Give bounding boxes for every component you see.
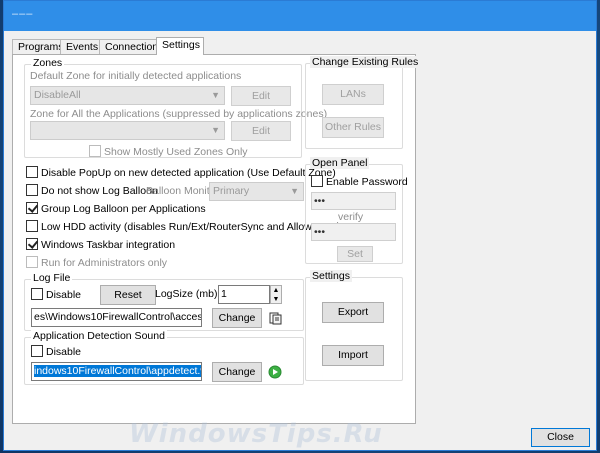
group-log-balloon-checkbox[interactable]: Group Log Balloon per Applications <box>26 202 206 216</box>
play-sound-icon[interactable] <box>268 365 282 379</box>
import-button[interactable]: Import <box>322 345 384 366</box>
logsize-input[interactable]: 1 <box>218 285 270 304</box>
log-path-value: es\Windows10FirewallControl\access.log <box>34 311 202 323</box>
no-log-balloon-label: Do not show Log Balloon <box>41 185 158 197</box>
lans-button[interactable]: LANs <box>322 84 384 105</box>
watermark: WindowsTips.Ru <box>129 419 383 449</box>
password-value: ••• <box>314 195 326 207</box>
settings-legend: Settings <box>310 270 352 282</box>
reset-log-button[interactable]: Reset <box>100 285 156 305</box>
sound-disable-checkbox[interactable]: Disable <box>31 345 81 359</box>
checkbox-box <box>31 345 43 357</box>
balloon-monitor-select[interactable]: Primary ▼ <box>209 182 304 201</box>
tab-programs[interactable]: Programs <box>12 39 64 54</box>
close-button[interactable]: Close <box>531 428 590 447</box>
checkbox-box <box>31 288 43 300</box>
open-panel-group: Open Panel Enable Password ••• verify ••… <box>305 157 408 264</box>
checkbox-box <box>89 145 101 157</box>
chevron-down-icon: ▼ <box>290 186 299 196</box>
spin-up-icon[interactable]: ▲ <box>271 286 281 295</box>
zones-group: Zones Default Zone for initially detecte… <box>24 57 327 159</box>
group-log-balloon-label: Group Log Balloon per Applications <box>41 203 206 215</box>
open-log-icon[interactable] <box>269 311 283 325</box>
show-mostly-used-checkbox[interactable]: Show Mostly Used Zones Only <box>89 145 248 159</box>
chevron-down-icon: ▼ <box>211 125 220 135</box>
default-zone-value: DisableAll <box>34 89 81 101</box>
change-sound-button[interactable]: Change <box>212 362 262 382</box>
spin-down-icon[interactable]: ▼ <box>271 295 281 304</box>
logsize-value: 1 <box>221 288 227 300</box>
change-log-path-button[interactable]: Change <box>212 308 262 328</box>
detection-sound-group: Application Detection Sound Disable indo… <box>24 330 304 385</box>
tab-events[interactable]: Events <box>60 39 100 54</box>
sound-path-value: indows10FirewallControl\appdetect.wav <box>34 365 201 377</box>
low-hdd-label: Low HDD activity (disables Run/Ext/Route… <box>41 221 341 233</box>
checkbox-box <box>26 256 38 268</box>
log-disable-label: Disable <box>46 289 82 301</box>
sound-path-input[interactable]: indows10FirewallControl\appdetect.wav <box>31 362 202 381</box>
log-path-input[interactable]: es\Windows10FirewallControl\access.log <box>31 308 202 327</box>
checkbox-box <box>26 166 38 178</box>
checkbox-box <box>26 202 38 214</box>
run-admins-label: Run for Administrators only <box>41 257 168 269</box>
verify-password-input[interactable]: ••• <box>311 223 396 241</box>
edit-all-zone-button[interactable]: Edit <box>231 121 291 141</box>
default-zone-label: Default Zone for initially detected appl… <box>30 70 242 82</box>
tab-settings[interactable]: Settings <box>156 37 204 55</box>
show-mostly-used-label: Show Mostly Used Zones Only <box>104 146 248 158</box>
disable-popup-label: Disable PopUp on new detected applicatio… <box>41 167 336 179</box>
taskbar-integration-label: Windows Taskbar integration <box>41 239 176 251</box>
checkbox-box <box>26 184 38 196</box>
log-file-group: Log File Disable Reset LogSize (mb) 1 ▲ … <box>24 272 304 331</box>
chevron-down-icon: ▼ <box>211 90 220 100</box>
checkbox-box <box>26 220 38 232</box>
log-disable-checkbox[interactable]: Disable <box>31 288 81 302</box>
title-bar[interactable]: ––– <box>4 1 596 31</box>
window-title: ––– <box>12 8 34 20</box>
taskbar-integration-checkbox[interactable]: Windows Taskbar integration <box>26 238 175 252</box>
enable-password-checkbox[interactable]: Enable Password <box>311 175 408 189</box>
checkbox-box <box>311 175 323 187</box>
detection-sound-legend: Application Detection Sound <box>31 330 167 342</box>
all-zone-select[interactable]: ▼ <box>30 121 225 140</box>
all-zone-label: Zone for All the Applications (suppresse… <box>30 108 328 120</box>
logsize-label: LogSize (mb) <box>155 288 218 300</box>
settings-io-group: Settings Export Import <box>305 270 403 381</box>
export-button[interactable]: Export <box>322 302 384 323</box>
password-input[interactable]: ••• <box>311 192 396 210</box>
log-file-legend: Log File <box>31 272 73 284</box>
change-rules-group: Change Existing Rules LANs Other Rules <box>305 56 421 149</box>
no-log-balloon-checkbox[interactable]: Do not show Log Balloon <box>26 184 158 198</box>
edit-default-zone-button[interactable]: Edit <box>231 86 291 106</box>
zones-legend: Zones <box>31 57 65 69</box>
logsize-stepper[interactable]: ▲ ▼ <box>270 285 282 304</box>
low-hdd-checkbox[interactable]: Low HDD activity (disables Run/Ext/Route… <box>26 220 340 234</box>
disable-popup-checkbox[interactable]: Disable PopUp on new detected applicatio… <box>26 166 336 180</box>
verify-value: ••• <box>314 226 326 238</box>
set-password-button[interactable]: Set <box>337 246 373 262</box>
other-rules-button[interactable]: Other Rules <box>322 117 384 138</box>
verify-label: verify <box>338 211 364 223</box>
default-zone-select[interactable]: DisableAll ▼ <box>30 86 225 105</box>
checkbox-box <box>26 238 38 250</box>
enable-password-label: Enable Password <box>326 176 408 188</box>
balloon-monitor-value: Primary <box>213 185 250 197</box>
run-admins-checkbox[interactable]: Run for Administrators only <box>26 256 167 270</box>
change-rules-legend: Change Existing Rules <box>310 56 421 68</box>
open-panel-legend: Open Panel <box>310 157 370 169</box>
sound-disable-label: Disable <box>46 346 82 358</box>
firewall-control-window: ––– Programs Events Connections Settings… <box>3 0 597 451</box>
tab-connections[interactable]: Connections <box>99 39 163 54</box>
